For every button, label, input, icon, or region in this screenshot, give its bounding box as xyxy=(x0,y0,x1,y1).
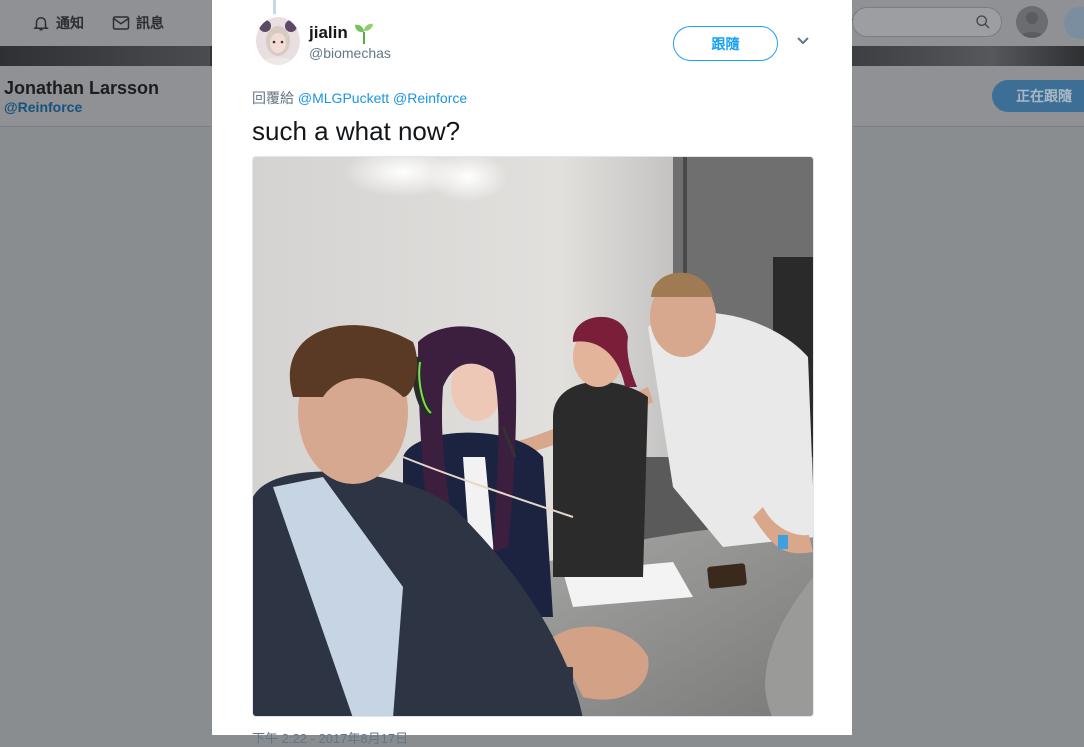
compose-tweet-button[interactable] xyxy=(1064,7,1084,39)
search-input[interactable]: r xyxy=(849,7,1002,37)
photo-illustration xyxy=(253,157,813,716)
tweet-photo[interactable] xyxy=(252,156,814,717)
envelope-icon xyxy=(112,16,130,30)
nav-notifications-label: 通知 xyxy=(56,15,84,31)
follow-button[interactable]: 跟隨 xyxy=(673,26,778,61)
reply-mention[interactable]: @MLGPuckett xyxy=(298,90,389,106)
tweet-timestamp[interactable]: 下午 2:22 - 2017年8月17日 xyxy=(252,728,408,747)
following-button[interactable]: 正在跟隨 xyxy=(992,80,1084,112)
tweet-modal: jialin @biomechas 跟隨 回覆給 @MLGPuckett @Re… xyxy=(212,0,852,746)
reply-context: 回覆給 @MLGPuckett @Reinforce xyxy=(252,88,467,108)
avatar-silhouette-icon xyxy=(1020,12,1044,38)
seedling-icon xyxy=(354,23,373,44)
bell-icon xyxy=(33,17,49,31)
tweet-author-name-text: jialin xyxy=(309,23,348,42)
tweet-author-handle[interactable]: @biomechas xyxy=(309,45,391,61)
nav-messages[interactable]: 訊息 xyxy=(112,12,164,34)
nav-messages-label: 訊息 xyxy=(136,15,164,31)
account-avatar[interactable] xyxy=(1016,6,1048,38)
reply-mention[interactable]: @Reinforce xyxy=(393,90,467,106)
chevron-down-icon[interactable] xyxy=(796,36,810,46)
tweet-author-name[interactable]: jialin xyxy=(309,22,374,44)
profile-name: Jonathan Larsson xyxy=(4,78,160,98)
reply-prefix: 回覆給 xyxy=(252,90,294,106)
thread-line xyxy=(273,0,276,14)
profile-handle[interactable]: @Reinforce xyxy=(4,99,82,115)
search-icon[interactable] xyxy=(975,14,991,30)
tweet-author-avatar[interactable] xyxy=(256,17,300,65)
tweet-text: such a what now? xyxy=(252,116,461,146)
nav-notifications[interactable]: 通知 xyxy=(32,12,84,34)
